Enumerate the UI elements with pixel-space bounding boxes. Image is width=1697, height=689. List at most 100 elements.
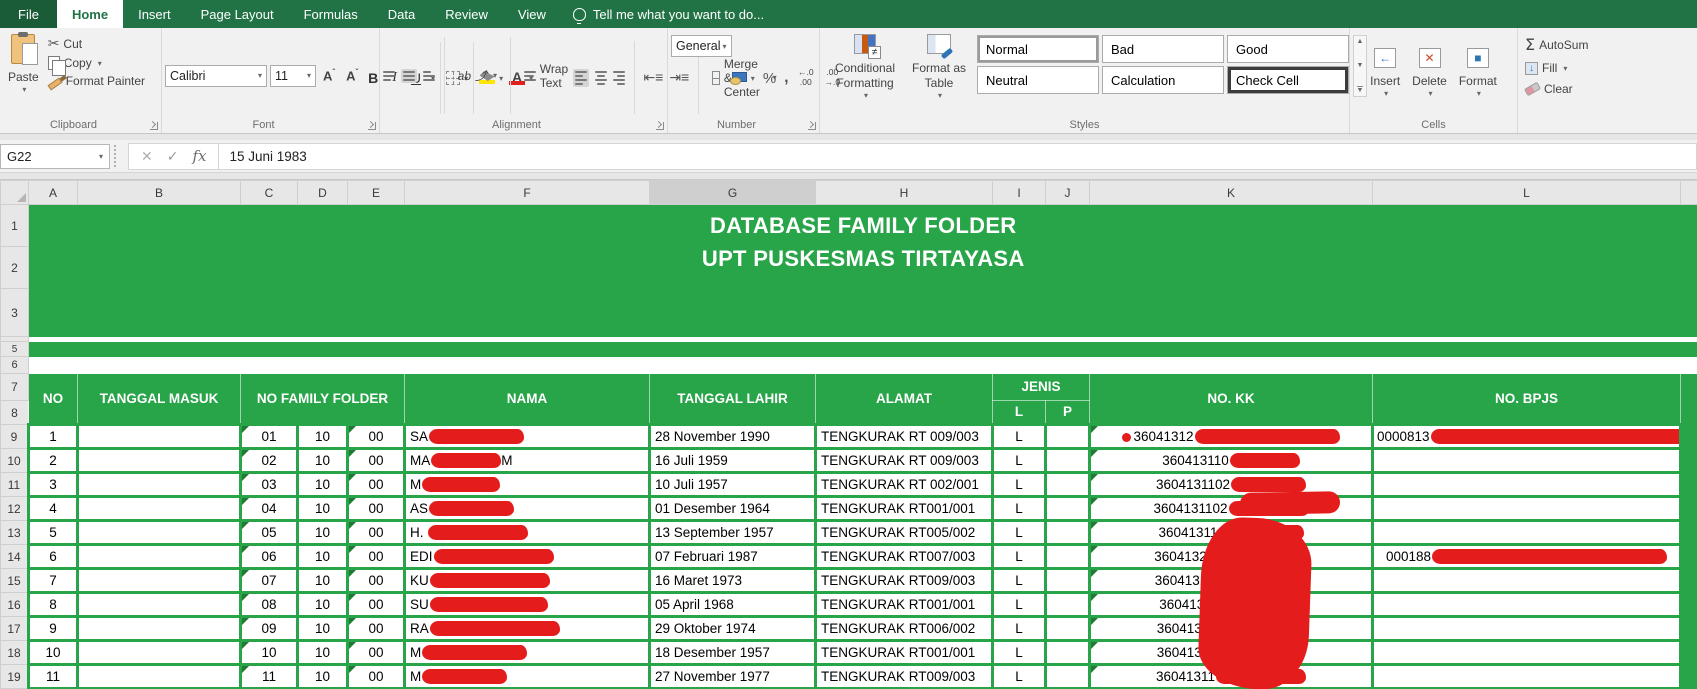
- header-tanggal-masuk[interactable]: TANGGAL MASUK: [77, 373, 241, 425]
- cell-folder-2[interactable]: 10: [296, 591, 349, 618]
- cell-folder-3[interactable]: 00: [346, 447, 406, 474]
- cell-no-kk[interactable]: 360413110: [1088, 447, 1374, 474]
- cell-no[interactable]: 1: [27, 423, 79, 450]
- cell-nama[interactable]: MA M: [403, 447, 651, 474]
- cell-no[interactable]: 8: [27, 591, 79, 618]
- row-number[interactable]: 5: [0, 341, 29, 357]
- cell-tanggal-lahir[interactable]: 10 Juli 1957: [648, 471, 817, 498]
- number-format-select[interactable]: General ▾: [671, 35, 732, 57]
- cell-no[interactable]: 11: [27, 663, 79, 689]
- paste-button[interactable]: Paste ▾: [3, 31, 44, 98]
- insert-function-icon[interactable]: fx: [192, 147, 206, 165]
- confirm-entry-icon[interactable]: ✓: [167, 148, 179, 165]
- select-all-corner[interactable]: [0, 180, 29, 205]
- column-letter[interactable]: B: [77, 180, 241, 205]
- cell-folder-1[interactable]: 10: [239, 639, 299, 666]
- decrease-font-icon[interactable]: Aˇ: [342, 68, 362, 83]
- row-number[interactable]: 15: [0, 568, 29, 593]
- cell-jenis-l[interactable]: L: [991, 471, 1047, 498]
- cell-jenis-l[interactable]: L: [991, 495, 1047, 522]
- cell-tanggal-masuk[interactable]: [76, 567, 242, 594]
- tab-home[interactable]: Home: [56, 0, 124, 28]
- alignment-dialog-launcher[interactable]: [656, 122, 664, 130]
- cell-nama[interactable]: EDI: [403, 543, 651, 570]
- cell-no[interactable]: 3: [27, 471, 79, 498]
- row-number[interactable]: 16: [0, 592, 29, 617]
- align-center-icon[interactable]: [594, 70, 607, 85]
- name-box-dropdown[interactable]: ▾: [99, 152, 103, 161]
- cell-no-bpjs[interactable]: 000188: [1371, 543, 1682, 570]
- style-chip-check-cell[interactable]: Check Cell: [1227, 66, 1349, 94]
- align-top-icon[interactable]: [383, 70, 395, 81]
- orientation-button[interactable]: ab ⤴ ▾: [454, 65, 501, 86]
- cell-no[interactable]: 7: [27, 567, 79, 594]
- clipboard-dialog-launcher[interactable]: [150, 122, 158, 130]
- cell-tanggal-masuk[interactable]: [76, 519, 242, 546]
- row-number[interactable]: 1: [0, 204, 29, 247]
- cell-no[interactable]: 5: [27, 519, 79, 546]
- cell-tanggal-masuk[interactable]: [76, 471, 242, 498]
- cell-tanggal-masuk[interactable]: [76, 615, 242, 642]
- cell-jenis-p[interactable]: [1044, 567, 1091, 594]
- row-number[interactable]: 8: [0, 400, 29, 425]
- cell-jenis-p[interactable]: [1044, 591, 1091, 618]
- column-letter[interactable]: A: [28, 180, 78, 205]
- header-no[interactable]: NO: [28, 373, 78, 425]
- tell-me-box[interactable]: Tell me what you want to do...: [561, 0, 776, 28]
- cell-folder-2[interactable]: 10: [296, 471, 349, 498]
- wrap-text-button[interactable]: Wrap Text: [520, 60, 573, 92]
- cell-folder-2[interactable]: 10: [296, 567, 349, 594]
- align-middle-icon[interactable]: [401, 68, 417, 83]
- cell-folder-1[interactable]: 02: [239, 447, 299, 474]
- cell-jenis-p[interactable]: [1044, 543, 1091, 570]
- tab-data[interactable]: Data: [373, 0, 430, 28]
- increase-font-icon[interactable]: Aˆ: [319, 68, 339, 83]
- row-number[interactable]: 12: [0, 496, 29, 521]
- cell-nama[interactable]: AS: [403, 495, 651, 522]
- cell-jenis-l[interactable]: L: [991, 639, 1047, 666]
- name-box[interactable]: G22 ▾: [0, 143, 110, 169]
- row-number[interactable]: 17: [0, 616, 29, 641]
- row-number[interactable]: 11: [0, 472, 29, 497]
- autosum-button[interactable]: Σ AutoSum: [1521, 33, 1592, 56]
- comma-icon[interactable]: ,: [784, 69, 788, 87]
- cell-no-bpjs[interactable]: [1371, 663, 1682, 689]
- header-jenis-p[interactable]: P: [1045, 400, 1090, 425]
- cell-folder-1[interactable]: 07: [239, 567, 299, 594]
- font-dialog-launcher[interactable]: [368, 122, 376, 130]
- cell-jenis-l[interactable]: L: [991, 447, 1047, 474]
- cell-no-bpjs[interactable]: [1371, 495, 1682, 522]
- row-number[interactable]: 10: [0, 448, 29, 473]
- cell-tanggal-lahir[interactable]: 27 November 1977: [648, 663, 817, 689]
- cell-jenis-p[interactable]: [1044, 447, 1091, 474]
- cell-folder-2[interactable]: 10: [296, 615, 349, 642]
- cell-nama[interactable]: H.: [403, 519, 651, 546]
- cell-folder-3[interactable]: 00: [346, 519, 406, 546]
- column-letter[interactable]: J: [1045, 180, 1090, 205]
- cell-no-bpjs[interactable]: [1371, 615, 1682, 642]
- row-number[interactable]: 14: [0, 544, 29, 569]
- tab-page-layout[interactable]: Page Layout: [186, 0, 289, 28]
- increase-decimal-icon[interactable]: ←.0 .00: [797, 67, 815, 88]
- row-number[interactable]: 19: [0, 664, 29, 689]
- cell-tanggal-lahir[interactable]: 13 September 1957: [648, 519, 817, 546]
- style-chip-good[interactable]: Good: [1227, 35, 1349, 63]
- cell-jenis-l[interactable]: L: [991, 615, 1047, 642]
- cell-nama[interactable]: M: [403, 639, 651, 666]
- cell-jenis-p[interactable]: [1044, 519, 1091, 546]
- cell-jenis-p[interactable]: [1044, 471, 1091, 498]
- green-strip-row[interactable]: [28, 341, 1697, 357]
- cell-alamat[interactable]: TENGKURAK RT001/001: [814, 591, 994, 618]
- cell-no-bpjs[interactable]: [1371, 447, 1682, 474]
- cell-no-bpjs[interactable]: [1371, 567, 1682, 594]
- cell-jenis-p[interactable]: [1044, 615, 1091, 642]
- cell-tanggal-masuk[interactable]: [76, 639, 242, 666]
- column-letter-selected[interactable]: G: [649, 180, 816, 205]
- cell-no-bpjs[interactable]: [1371, 519, 1682, 546]
- header-no-family-folder[interactable]: NO FAMILY FOLDER: [240, 373, 405, 425]
- style-chip-calculation[interactable]: Calculation: [1102, 66, 1224, 94]
- cell-jenis-l[interactable]: L: [991, 519, 1047, 546]
- fill-button[interactable]: ↓ Fill ▾: [1521, 59, 1592, 77]
- cell-no[interactable]: 2: [27, 447, 79, 474]
- column-letter[interactable]: K: [1089, 180, 1373, 205]
